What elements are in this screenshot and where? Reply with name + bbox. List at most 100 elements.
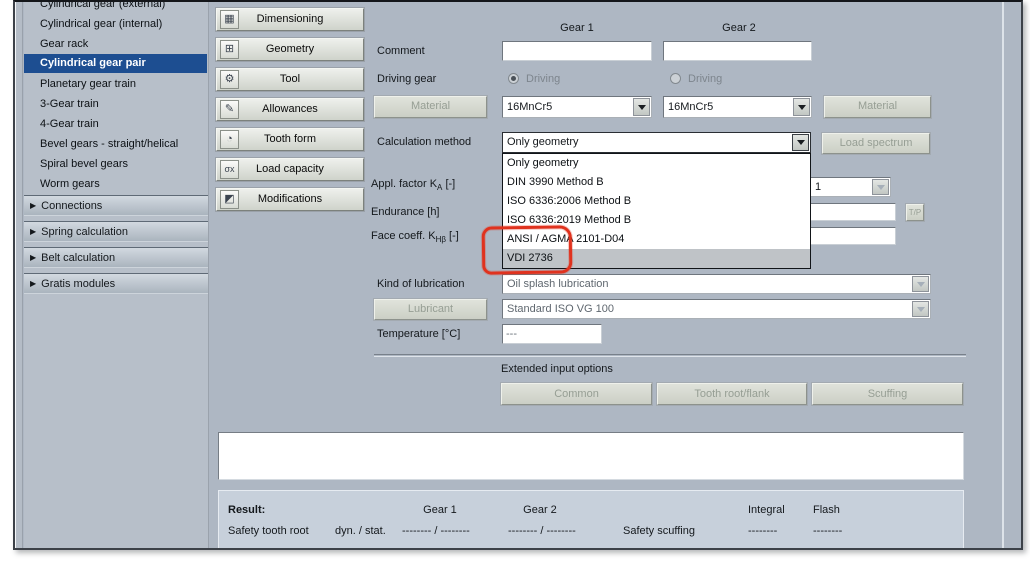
- dropdown-option-vdi-2736[interactable]: VDI 2736: [503, 249, 810, 268]
- sidebar-item-spiral-bevel-gears[interactable]: Spiral bevel gears: [24, 154, 207, 174]
- endurance-label: Endurance [h]: [371, 206, 440, 218]
- comment-gear2-input[interactable]: [663, 41, 812, 61]
- sidebar-section-connections[interactable]: ▶Connections: [24, 195, 208, 216]
- kind-of-lubrication-label: Kind of lubrication: [377, 278, 464, 290]
- sidebar-item-worm-gears[interactable]: Worm gears: [24, 174, 207, 194]
- application-window: Cylindrical gear (external) Cylindrical …: [13, 0, 1023, 550]
- torque-power-toggle-button[interactable]: T/P: [906, 204, 924, 221]
- result-title: Result:: [228, 504, 265, 516]
- sidebar-item-gear-rack[interactable]: Gear rack: [24, 34, 207, 54]
- lubricant-combobox[interactable]: Standard ISO VG 100: [502, 299, 931, 319]
- scuffing-button[interactable]: Scuffing: [812, 383, 963, 405]
- sidebar-item-cylindrical-gear-internal[interactable]: Cylindrical gear (internal): [24, 14, 207, 34]
- common-button[interactable]: Common: [501, 383, 652, 405]
- material-gear1-combobox[interactable]: 16MnCr5: [502, 96, 652, 118]
- application-factor-combobox[interactable]: 1: [810, 177, 891, 197]
- application-factor-label: Appl. factor KA [-]: [371, 178, 455, 192]
- calculation-method-combobox[interactable]: Only geometry: [502, 132, 811, 153]
- driving-gear1-radio-label: Driving: [526, 73, 560, 85]
- sidebar-section-gratis-modules[interactable]: ▶Gratis modules: [24, 273, 208, 294]
- combo-value: Standard ISO VG 100: [507, 300, 910, 318]
- button-label: Modifications: [258, 193, 322, 205]
- sidebar-item-cylindrical-gear-external[interactable]: Cylindrical gear (external): [24, 0, 207, 14]
- section-label: Belt calculation: [41, 252, 115, 264]
- dropdown-option-iso-6336-2006[interactable]: ISO 6336:2006 Method B: [503, 192, 810, 211]
- combo-value: 16MnCr5: [668, 97, 791, 117]
- face-coefficient-label: Face coeff. KHβ [-]: [371, 230, 459, 244]
- chevron-down-icon: [872, 179, 889, 195]
- combo-value: Oil splash lubrication: [507, 275, 910, 293]
- geometry-button[interactable]: ⊞Geometry: [216, 38, 364, 61]
- dropdown-option-ansi-agma[interactable]: ANSI / AGMA 2101-D04: [503, 230, 810, 249]
- main-panel-right-edge: [1002, 2, 1004, 548]
- sidebar-item-cylindrical-gear-pair[interactable]: Cylindrical gear pair: [24, 54, 207, 73]
- extended-input-options-label: Extended input options: [501, 363, 613, 375]
- safety-scuffing-integral-value: --------: [748, 525, 777, 537]
- expand-arrow-icon: ▶: [30, 222, 36, 242]
- sidebar-item-4-gear-train[interactable]: 4-Gear train: [24, 114, 207, 134]
- allowances-button[interactable]: ✎Allowances: [216, 98, 364, 121]
- calculation-method-dropdown-list: Only geometry DIN 3990 Method B ISO 6336…: [502, 153, 811, 269]
- safety-tooth-root-label: Safety tooth root: [228, 525, 309, 537]
- chevron-down-icon: [912, 276, 929, 292]
- button-label: Tooth form: [264, 133, 316, 145]
- dimensioning-button[interactable]: ▦Dimensioning: [216, 8, 364, 31]
- modifications-button[interactable]: ◩ Modifications: [216, 188, 364, 211]
- button-label: Load capacity: [256, 163, 324, 175]
- result-panel: Result: Gear 1 Gear 2 Integral Flash Saf…: [218, 490, 964, 550]
- sidebar-section-belt-calculation[interactable]: ▶ Belt calculation: [24, 247, 208, 268]
- driving-gear-label: Driving gear: [377, 73, 436, 85]
- module-tree-sidebar: Cylindrical gear (external) Cylindrical …: [24, 2, 209, 548]
- endurance-input[interactable]: [810, 203, 896, 221]
- sidebar-item-planetary-gear-train[interactable]: Planetary gear train: [24, 74, 207, 94]
- combo-value: 1: [815, 178, 870, 196]
- combo-value: 16MnCr5: [507, 97, 631, 117]
- comment-label: Comment: [377, 45, 425, 57]
- lubricant-button[interactable]: Lubricant: [374, 299, 487, 320]
- face-coefficient-input[interactable]: [810, 227, 896, 245]
- modification-icon: ◩: [220, 190, 239, 209]
- sigma-icon: σx: [220, 160, 239, 179]
- sidebar-item-3-gear-train[interactable]: 3-Gear train: [24, 94, 207, 114]
- material-gear2-button[interactable]: Material: [824, 96, 931, 118]
- button-label: Geometry: [266, 43, 314, 55]
- expand-arrow-icon: ▶: [30, 274, 36, 294]
- kind-of-lubrication-combobox[interactable]: Oil splash lubrication: [502, 274, 931, 294]
- comment-gear1-input[interactable]: [502, 41, 652, 61]
- temperature-input[interactable]: [502, 324, 602, 344]
- tooth-root-flank-button[interactable]: Tooth root/flank: [657, 383, 807, 405]
- dropdown-option-din-3990[interactable]: DIN 3990 Method B: [503, 173, 810, 192]
- dropdown-option-only-geometry[interactable]: Only geometry: [503, 154, 810, 173]
- gear2-column-header: Gear 2: [697, 22, 781, 34]
- button-label: Tool: [280, 73, 300, 85]
- expand-arrow-icon: ▶: [30, 248, 36, 268]
- gear-icon: ⚙: [220, 70, 239, 89]
- button-label: Dimensioning: [257, 13, 324, 25]
- result-integral-header: Integral: [748, 504, 785, 516]
- safety-tooth-root-gear1-value: -------- / --------: [402, 525, 470, 537]
- dyn-stat-label: dyn. / stat.: [335, 525, 386, 537]
- section-divider: [374, 354, 966, 357]
- chevron-down-icon[interactable]: [633, 98, 650, 116]
- dropdown-option-iso-6336-2019[interactable]: ISO 6336:2019 Method B: [503, 211, 810, 230]
- gear1-column-header: Gear 1: [535, 22, 619, 34]
- load-spectrum-button[interactable]: Load spectrum: [822, 133, 930, 154]
- material-gear1-button[interactable]: Material: [374, 96, 487, 118]
- load-capacity-button[interactable]: σx Load capacity: [216, 158, 364, 181]
- result-gear2-header: Gear 2: [510, 504, 570, 516]
- section-label: Connections: [41, 200, 102, 212]
- chevron-down-icon[interactable]: [792, 134, 809, 151]
- window-left-gutter: [15, 2, 23, 548]
- message-box: [218, 432, 964, 480]
- sidebar-item-bevel-gears[interactable]: Bevel gears - straight/helical: [24, 134, 207, 154]
- combo-value: Only geometry: [507, 133, 790, 152]
- tool-button[interactable]: ⚙ Tool: [216, 68, 364, 91]
- sidebar-section-spring-calculation[interactable]: ▶Spring calculation: [24, 221, 208, 242]
- driving-gear2-radio[interactable]: [670, 73, 681, 84]
- safety-scuffing-label: Safety scuffing: [623, 525, 695, 537]
- material-gear2-combobox[interactable]: 16MnCr5: [663, 96, 812, 118]
- chevron-down-icon[interactable]: [793, 98, 810, 116]
- driving-gear1-radio[interactable]: [508, 73, 519, 84]
- tooth-form-button[interactable]: ◔Tooth form: [216, 128, 364, 151]
- pencil-icon: ✎: [220, 100, 239, 119]
